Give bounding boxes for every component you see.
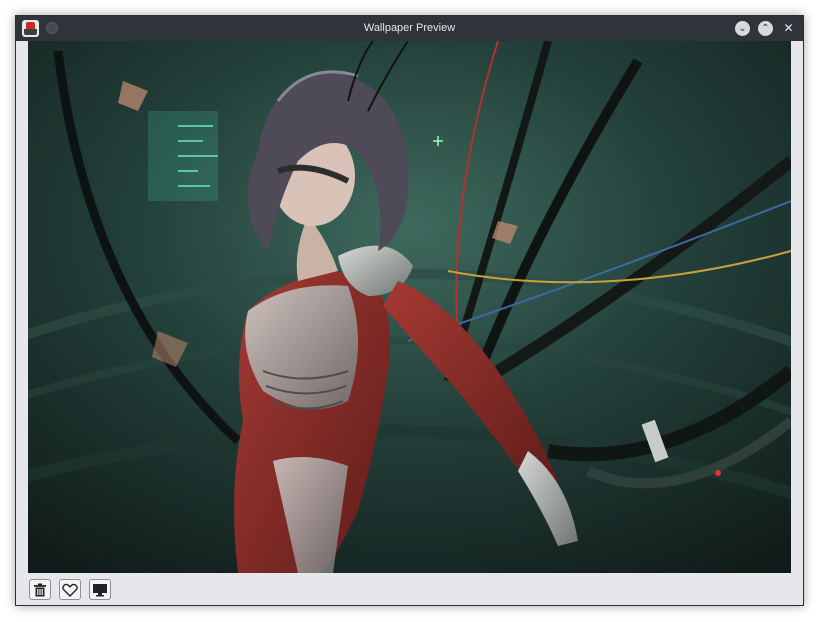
close-button[interactable]: ✕ — [781, 21, 796, 36]
monitor-icon — [93, 583, 107, 596]
wallpaper-preview-window: Wallpaper Preview ⌄ ⌃ ✕ — [15, 15, 804, 606]
heart-icon — [62, 583, 78, 597]
preview-toolbar — [16, 573, 803, 605]
delete-button[interactable] — [29, 579, 51, 600]
window-title: Wallpaper Preview — [363, 22, 456, 34]
favorite-button[interactable] — [59, 579, 81, 600]
wallpaper-preview-image — [28, 41, 791, 573]
title-bar[interactable]: Wallpaper Preview ⌄ ⌃ ✕ — [16, 16, 803, 41]
minimize-button[interactable]: ⌄ — [735, 21, 750, 36]
trash-icon — [34, 583, 46, 596]
set-wallpaper-button[interactable] — [89, 579, 111, 600]
maximize-button[interactable]: ⌃ — [758, 21, 773, 36]
wallpaper-image — [28, 41, 791, 573]
